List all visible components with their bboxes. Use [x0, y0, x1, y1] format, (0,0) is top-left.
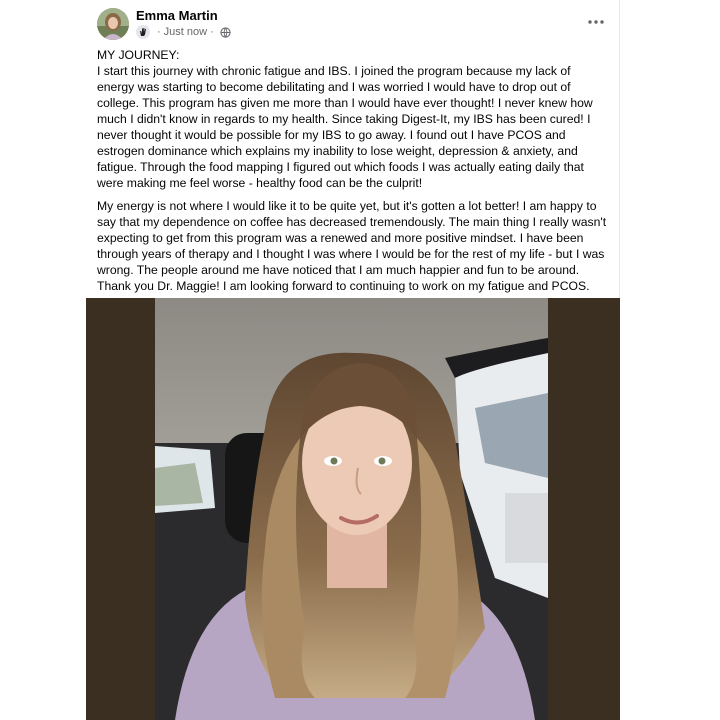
- post-card: Emma Martin · Just now · MY JOURNEY: I s…: [86, 0, 620, 720]
- post-paragraph: MY JOURNEY: I start this journey with ch…: [97, 48, 593, 190]
- globe-icon[interactable]: [220, 26, 231, 38]
- author-name[interactable]: Emma Martin: [136, 8, 218, 23]
- post-paragraph: My energy is not where I would like it t…: [97, 199, 607, 293]
- post-header: Emma Martin · Just now ·: [86, 0, 620, 44]
- post-photo[interactable]: [86, 298, 620, 720]
- selfie-image: [155, 298, 548, 720]
- post-meta: · Just now ·: [136, 25, 231, 39]
- post-timestamp[interactable]: Just now: [164, 26, 207, 38]
- more-options-button[interactable]: [586, 12, 606, 32]
- hand-wave-icon: [136, 25, 150, 39]
- avatar[interactable]: [97, 8, 129, 40]
- meta-separator: ·: [210, 26, 214, 38]
- meta-separator: ·: [157, 26, 161, 38]
- more-horizontal-icon: [588, 20, 604, 24]
- post-body: MY JOURNEY: I start this journey with ch…: [97, 47, 609, 301]
